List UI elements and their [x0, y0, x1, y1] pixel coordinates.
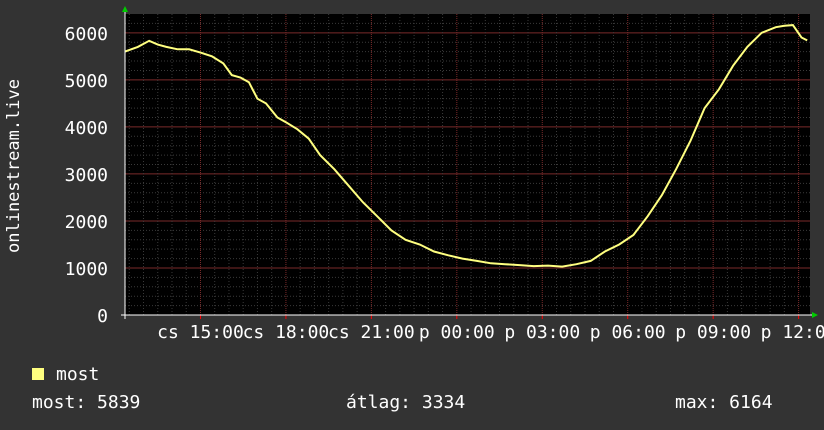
- y-tick-label: 3000: [65, 165, 108, 186]
- y-tick-label: 2000: [65, 212, 108, 233]
- x-tick-label: p 06:00: [590, 322, 666, 343]
- x-tick-label: cs 18:00: [243, 322, 330, 343]
- line-chart: 0 1000 2000 3000 4000 5000 6000 cs 15:00cs 18:…: [65, 6, 824, 343]
- x-tick-label: p 09:00: [675, 322, 751, 343]
- y-axis-arrow: [122, 6, 128, 12]
- y-tick-label: 6000: [65, 24, 108, 45]
- x-axis-ticks: cs 15:00cs 18:00cs 21:00 p 00:00 p 03:00 p …: [157, 315, 824, 343]
- y-tick-label: 0: [97, 306, 108, 327]
- y-axis-ticks: 0 1000 2000 3000 4000 5000 6000: [65, 24, 108, 327]
- y-axis-label: onlinestream.live: [4, 79, 24, 253]
- legend-swatch: [32, 368, 44, 380]
- x-tick-label: cs 15:00: [157, 322, 244, 343]
- stat-average: átlag: 3334: [346, 392, 466, 413]
- x-tick-label: cs 21:00: [328, 322, 415, 343]
- x-tick-label: p 00:00: [419, 322, 495, 343]
- stat-max: max: 6164: [675, 392, 773, 413]
- x-tick-label: p 12:00: [761, 322, 824, 343]
- y-tick-label: 5000: [65, 71, 108, 92]
- x-axis-arrow: [812, 312, 818, 318]
- legend: most: [32, 362, 99, 386]
- x-tick-label: p 03:00: [504, 322, 580, 343]
- legend-label: most: [56, 363, 100, 385]
- stat-current: most: 5839: [32, 392, 141, 413]
- y-tick-label: 1000: [65, 259, 108, 280]
- y-tick-label: 4000: [65, 118, 108, 139]
